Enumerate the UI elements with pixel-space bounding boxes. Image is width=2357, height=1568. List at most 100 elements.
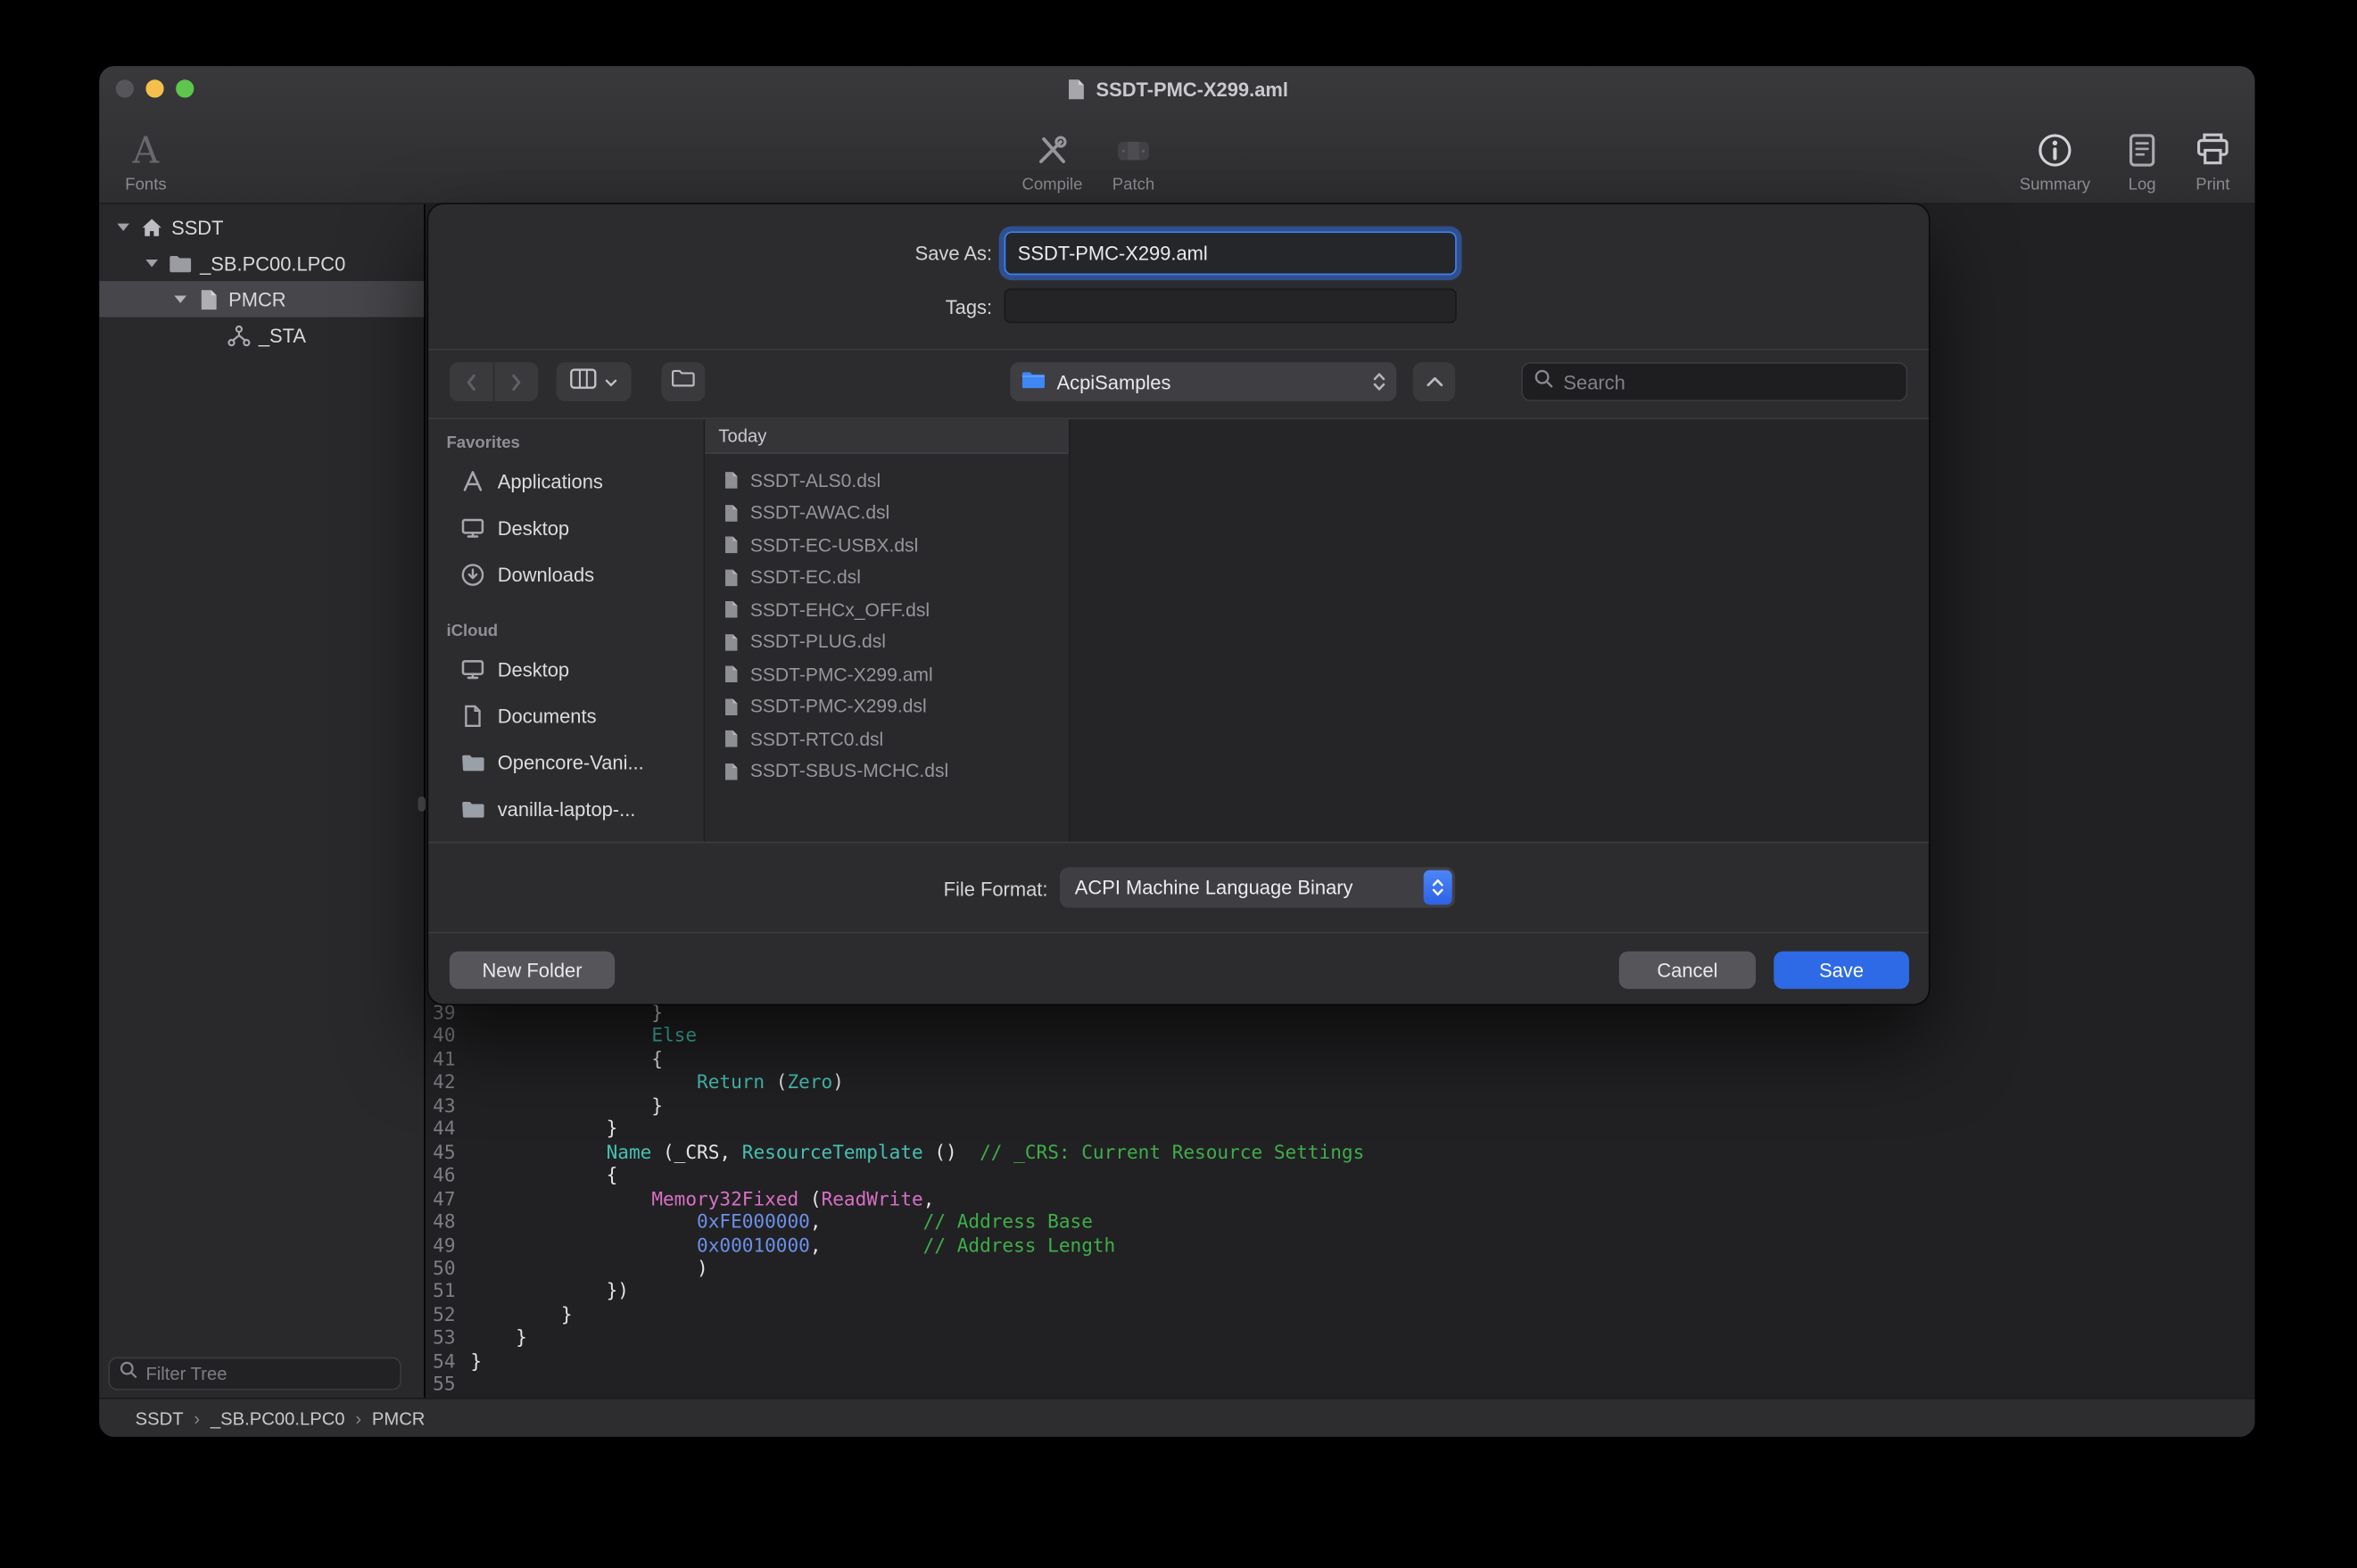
code-line: 55 bbox=[426, 1373, 2255, 1396]
tree-item-sb-pc00-lpc0[interactable]: _SB.PC00.LPC0 bbox=[99, 245, 424, 281]
search-input[interactable] bbox=[1563, 370, 1895, 392]
sidebar-item-downloads[interactable]: Downloads bbox=[428, 551, 703, 598]
status-path-item[interactable]: SSDT bbox=[136, 1407, 184, 1429]
file-name: SSDT-ALS0.dsl bbox=[750, 470, 881, 491]
view-mode-control[interactable] bbox=[556, 362, 631, 401]
code-line: 44 } bbox=[426, 1117, 2255, 1140]
toolbar-patch-button[interactable]: Patch bbox=[1097, 117, 1170, 201]
status-path-item[interactable]: PMCR bbox=[372, 1407, 426, 1429]
disclosure-triangle-icon[interactable] bbox=[114, 218, 132, 235]
line-number: 47 bbox=[426, 1187, 456, 1210]
toolbar-fonts-button[interactable]: A Fonts bbox=[112, 117, 181, 201]
file-row[interactable]: SSDT-RTC0.dsl bbox=[705, 722, 1069, 755]
document-icon bbox=[722, 697, 741, 716]
code-segment: } bbox=[470, 1349, 482, 1372]
up-directory-button[interactable] bbox=[1413, 362, 1455, 401]
forward-button[interactable] bbox=[494, 362, 538, 401]
group-folder-button[interactable] bbox=[661, 362, 705, 401]
document-icon bbox=[722, 664, 741, 684]
line-number: 53 bbox=[426, 1326, 456, 1349]
code-segment bbox=[470, 1070, 697, 1093]
code-text: Else bbox=[470, 1024, 697, 1047]
file-format-label: File Format: bbox=[428, 878, 1047, 900]
code-segment: 0x00010000 bbox=[697, 1234, 810, 1256]
tree-item-pmcr[interactable]: PMCR bbox=[99, 281, 424, 317]
location-popup[interactable]: AcpiSamples bbox=[1010, 362, 1396, 401]
file-row[interactable]: SSDT-ALS0.dsl bbox=[705, 465, 1069, 497]
file-format-popup[interactable]: ACPI Machine Language Binary bbox=[1060, 867, 1455, 907]
line-number: 54 bbox=[426, 1349, 456, 1373]
places-sidebar: Favorites ApplicationsDesktopDownloads i… bbox=[428, 419, 705, 841]
file-row[interactable]: SSDT-EHCx_OFF.dsl bbox=[705, 594, 1069, 626]
sidebar-item-label: Applications bbox=[498, 470, 603, 492]
code-segment: ResourceTemplate bbox=[742, 1140, 923, 1162]
file-row[interactable]: SSDT-AWAC.dsl bbox=[705, 497, 1069, 529]
document-icon bbox=[1066, 78, 1088, 100]
file-row[interactable]: SSDT-PMC-X299.dsl bbox=[705, 690, 1069, 722]
sidebar-item-vanilla-laptop[interactable]: vanilla-laptop-... bbox=[428, 786, 703, 832]
window-header: SSDT-PMC-X299.aml A Fonts Compile Patch bbox=[99, 66, 2254, 204]
new-folder-button[interactable]: New Folder bbox=[450, 952, 615, 989]
save-as-input[interactable] bbox=[1005, 231, 1457, 275]
sidebar-item-label: Downloads bbox=[498, 564, 594, 586]
code-segment: ReadWrite bbox=[822, 1187, 923, 1209]
toolbar-compile-button[interactable]: Compile bbox=[1010, 117, 1094, 201]
tree-sidebar: SSDT _SB.PC00.LPC0 PMCR _STA bbox=[99, 204, 426, 1398]
code-text: { bbox=[470, 1163, 617, 1186]
file-name: SSDT-PMC-X299.aml bbox=[750, 664, 933, 685]
chevron-up-icon bbox=[1425, 368, 1444, 395]
file-name: SSDT-AWAC.dsl bbox=[750, 502, 889, 524]
file-row[interactable]: SSDT-SBUS-MCHC.dsl bbox=[705, 755, 1069, 788]
code-segment: // _CRS: Current Resource Settings bbox=[980, 1140, 1364, 1162]
code-segment: Return bbox=[697, 1070, 765, 1093]
sidebar-item-label: Opencore-Vani... bbox=[498, 752, 644, 774]
save-button[interactable]: Save bbox=[1774, 952, 1909, 989]
code-line: 51 }) bbox=[426, 1280, 2255, 1303]
line-number: 46 bbox=[426, 1163, 456, 1186]
fonts-icon: A bbox=[125, 129, 167, 171]
document-icon bbox=[722, 471, 741, 491]
toolbar-log-button[interactable]: Log bbox=[2112, 117, 2171, 201]
back-button[interactable] bbox=[450, 362, 493, 401]
status-path-item[interactable]: _SB.PC00.LPC0 bbox=[211, 1407, 345, 1429]
toolbar-print-button[interactable]: Print bbox=[2177, 117, 2249, 201]
tree-item-ssdt[interactable]: SSDT bbox=[99, 209, 424, 244]
line-number: 52 bbox=[426, 1303, 456, 1326]
tags-label: Tags: bbox=[428, 296, 992, 318]
filter-tree-field[interactable] bbox=[108, 1358, 401, 1391]
code-segment: } bbox=[470, 1326, 526, 1349]
history-nav bbox=[450, 362, 538, 401]
tree-item-sta[interactable]: _STA bbox=[99, 318, 424, 353]
file-row[interactable]: SSDT-PLUG.dsl bbox=[705, 626, 1069, 658]
code-segment: , bbox=[810, 1210, 923, 1233]
sidebar-item-desktop[interactable]: Desktop bbox=[428, 505, 703, 551]
file-format-value: ACPI Machine Language Binary bbox=[1075, 876, 1353, 898]
code-line: 40 Else bbox=[426, 1024, 2255, 1047]
splitter-handle[interactable] bbox=[418, 796, 425, 812]
sidebar-item-applications[interactable]: Applications bbox=[428, 458, 703, 505]
sidebar-item-desktop[interactable]: Desktop bbox=[428, 647, 703, 693]
code-text: } bbox=[470, 1093, 663, 1117]
code-text: Name (_CRS, ResourceTemplate () // _CRS:… bbox=[470, 1140, 1364, 1163]
cancel-button[interactable]: Cancel bbox=[1619, 952, 1756, 989]
file-row[interactable]: SSDT-EC-USBX.dsl bbox=[705, 529, 1069, 561]
filter-tree-input[interactable] bbox=[145, 1363, 391, 1384]
disclosure-triangle-icon[interactable] bbox=[143, 254, 161, 272]
toolbar-fonts-label: Fonts bbox=[125, 176, 166, 194]
code-segment: Else bbox=[651, 1024, 697, 1046]
file-name: SSDT-EHCx_OFF.dsl bbox=[750, 599, 930, 621]
line-number: 50 bbox=[426, 1257, 456, 1280]
code-line: 47 Memory32Fixed (ReadWrite, bbox=[426, 1187, 2255, 1210]
maciasl-window: SSDT-PMC-X299.aml A Fonts Compile Patch bbox=[99, 66, 2254, 1437]
search-field[interactable] bbox=[1521, 362, 1907, 401]
status-separator: › bbox=[355, 1407, 361, 1429]
sidebar-item-documents[interactable]: Documents bbox=[428, 693, 703, 739]
file-row[interactable]: SSDT-PMC-X299.aml bbox=[705, 658, 1069, 690]
svg-text:A: A bbox=[132, 129, 160, 171]
disclosure-triangle-icon[interactable] bbox=[171, 290, 189, 308]
toolbar-summary-button[interactable]: Summary bbox=[2008, 117, 2101, 201]
sidebar-item-opencore-vani[interactable]: Opencore-Vani... bbox=[428, 739, 703, 786]
file-row[interactable]: SSDT-EC.dsl bbox=[705, 561, 1069, 593]
code-editor[interactable]: 39 }40 Else41 {42 Return (Zero)43 }44 }4… bbox=[426, 1001, 2255, 1398]
tags-input[interactable] bbox=[1005, 289, 1457, 324]
